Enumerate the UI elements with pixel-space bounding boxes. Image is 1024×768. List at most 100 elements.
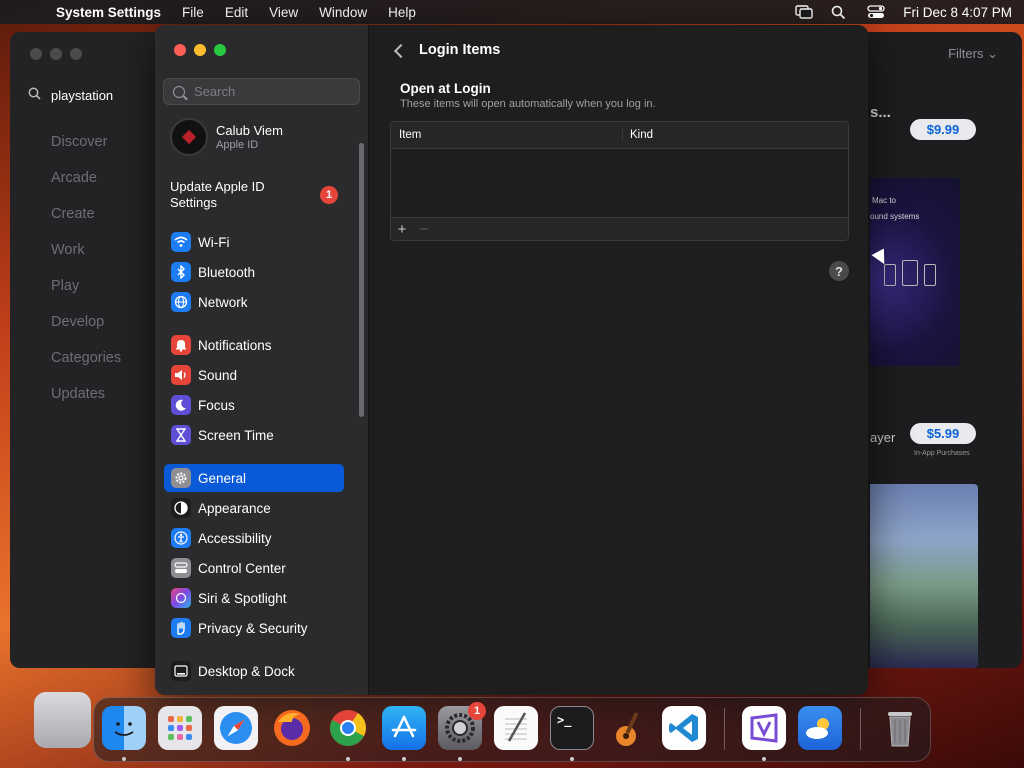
close-button[interactable]	[174, 44, 186, 56]
sidebar-item-privacy-security[interactable]: Privacy & Security	[164, 614, 344, 642]
gear-icon	[171, 468, 191, 488]
firefox-icon[interactable]	[270, 706, 314, 750]
running-indicator	[762, 757, 766, 761]
garageband-icon[interactable]	[606, 706, 650, 750]
sidebar-item-wifi[interactable]: Wi-Fi	[164, 228, 344, 256]
sidebar-item-label: Desktop & Dock	[198, 663, 295, 679]
system-settings-badge: 1	[468, 702, 486, 720]
menu-clock[interactable]: Fri Dec 8 4:07 PM	[903, 5, 1012, 20]
back-button[interactable]	[390, 41, 410, 61]
sidebar-item-bluetooth[interactable]: Bluetooth	[164, 258, 344, 286]
trash-icon[interactable]	[878, 706, 922, 750]
running-indicator	[402, 757, 406, 761]
sidebar-item-label: Siri & Spotlight	[198, 590, 287, 606]
table-header: Item Kind	[391, 122, 848, 149]
sidebar-item-network[interactable]: Network	[164, 288, 344, 316]
sidebar-search-input[interactable]	[194, 84, 344, 99]
sidebar-item-accessibility[interactable]: Accessibility	[164, 524, 344, 552]
menu-help[interactable]: Help	[388, 5, 416, 20]
sidebar-item-label: Notifications	[198, 337, 272, 353]
launchpad-icon[interactable]	[158, 706, 202, 750]
price-button-2[interactable]: $5.99	[910, 423, 976, 444]
filters-label: Filters	[948, 46, 984, 61]
app-store-nav-play[interactable]: Play	[51, 278, 121, 314]
app-store-nav-updates[interactable]: Updates	[51, 386, 121, 422]
sidebar-item-label: General	[198, 470, 247, 486]
result-title-truncated: s...	[870, 104, 891, 121]
menu-bar: System Settings File Edit View Window He…	[0, 0, 1024, 24]
sidebar-item-desktop-dock[interactable]: Desktop & Dock	[164, 657, 344, 685]
sidebar-item-control-center[interactable]: Control Center	[164, 554, 344, 582]
app-store-icon[interactable]	[382, 706, 426, 750]
promo-image-game[interactable]	[870, 484, 978, 668]
login-items-pane: Login Items Open at Login These items wi…	[370, 25, 868, 695]
sidebar-item-label: Focus	[198, 397, 235, 413]
spotlight-search-icon[interactable]	[831, 5, 849, 20]
app-store-nav-categories[interactable]: Categories	[51, 350, 121, 386]
globe-icon	[171, 292, 191, 312]
app-store-nav-work[interactable]: Work	[51, 242, 121, 278]
accessibility-icon	[171, 528, 191, 548]
screen-mirroring-icon[interactable]	[795, 5, 813, 19]
update-apple-id-settings[interactable]: Update Apple ID Settings	[170, 179, 290, 211]
sidebar-item-notifications[interactable]: Notifications	[164, 331, 344, 359]
safari-icon[interactable]	[214, 706, 258, 750]
column-header-kind[interactable]: Kind	[623, 129, 653, 141]
control-center-icon[interactable]	[867, 5, 885, 19]
sidebar-search[interactable]	[163, 78, 360, 105]
dock-separator	[860, 708, 861, 750]
textedit-icon[interactable]	[494, 706, 538, 750]
sidebar-item-general[interactable]: General	[164, 464, 344, 492]
sidebar-item-screen-time[interactable]: Screen Time	[164, 421, 344, 449]
promo-image-speakers[interactable]: Mac to ound systems	[870, 178, 960, 366]
sidebar-item-appearance[interactable]: Appearance	[164, 494, 344, 522]
filters-menu[interactable]: Filters ⌄	[948, 46, 998, 62]
apple-logo-tile	[34, 692, 91, 748]
app-store-search-value: playstation	[51, 87, 114, 103]
sidebar-item-label: Sound	[198, 367, 238, 383]
control-center-icon	[171, 558, 191, 578]
app-store-nav-create[interactable]: Create	[51, 206, 121, 242]
app-store-search-field[interactable]: playstation	[20, 82, 170, 108]
menu-file[interactable]: File	[182, 5, 204, 20]
running-indicator	[346, 757, 350, 761]
app-store-zoom-button[interactable]	[70, 48, 82, 60]
vscode-icon[interactable]	[662, 706, 706, 750]
zoom-button[interactable]	[214, 44, 226, 56]
apple-id-profile[interactable]: Calub Viem Apple ID	[170, 118, 283, 156]
search-icon	[173, 85, 185, 98]
speaker-icon	[171, 365, 191, 385]
siri-icon	[171, 588, 191, 608]
app-store-nav-develop[interactable]: Develop	[51, 314, 121, 350]
price-button-1[interactable]: $9.99	[910, 119, 976, 140]
section-subtitle: These items will open automatically when…	[400, 98, 656, 110]
app-store-nav-arcade[interactable]: Arcade	[51, 170, 121, 206]
dock-separator	[724, 708, 725, 750]
sidebar-scrollbar[interactable]	[359, 143, 364, 417]
add-login-item-button[interactable]: +	[391, 218, 413, 241]
finder-icon[interactable]	[102, 706, 146, 750]
chrome-icon[interactable]	[326, 706, 370, 750]
sidebar-item-siri-spotlight[interactable]: Siri & Spotlight	[164, 584, 344, 612]
app-store-minimize-button[interactable]	[50, 48, 62, 60]
app-store-close-button[interactable]	[30, 48, 42, 60]
help-button[interactable]: ?	[829, 261, 849, 281]
weather-icon[interactable]	[798, 706, 842, 750]
terminal-icon[interactable]: >_	[550, 706, 594, 750]
visual-studio-icon[interactable]	[742, 706, 786, 750]
menu-window[interactable]: Window	[319, 5, 367, 20]
menu-view[interactable]: View	[269, 5, 298, 20]
table-body[interactable]	[391, 149, 848, 217]
remove-login-item-button[interactable]: −	[413, 218, 435, 241]
menu-edit[interactable]: Edit	[225, 5, 248, 20]
app-store-nav-discover[interactable]: Discover	[51, 134, 121, 170]
settings-sidebar: Calub Viem Apple ID Update Apple ID Sett…	[155, 25, 369, 695]
update-badge: 1	[320, 186, 338, 204]
running-indicator	[122, 757, 126, 761]
sidebar-item-focus[interactable]: Focus	[164, 391, 344, 419]
menu-app-name[interactable]: System Settings	[56, 5, 161, 20]
column-header-item[interactable]: Item	[391, 129, 623, 141]
sidebar-item-sound[interactable]: Sound	[164, 361, 344, 389]
minimize-button[interactable]	[194, 44, 206, 56]
app-store-results: Filters ⌄ s... $9.99 Mac to ound systems…	[870, 32, 1022, 668]
